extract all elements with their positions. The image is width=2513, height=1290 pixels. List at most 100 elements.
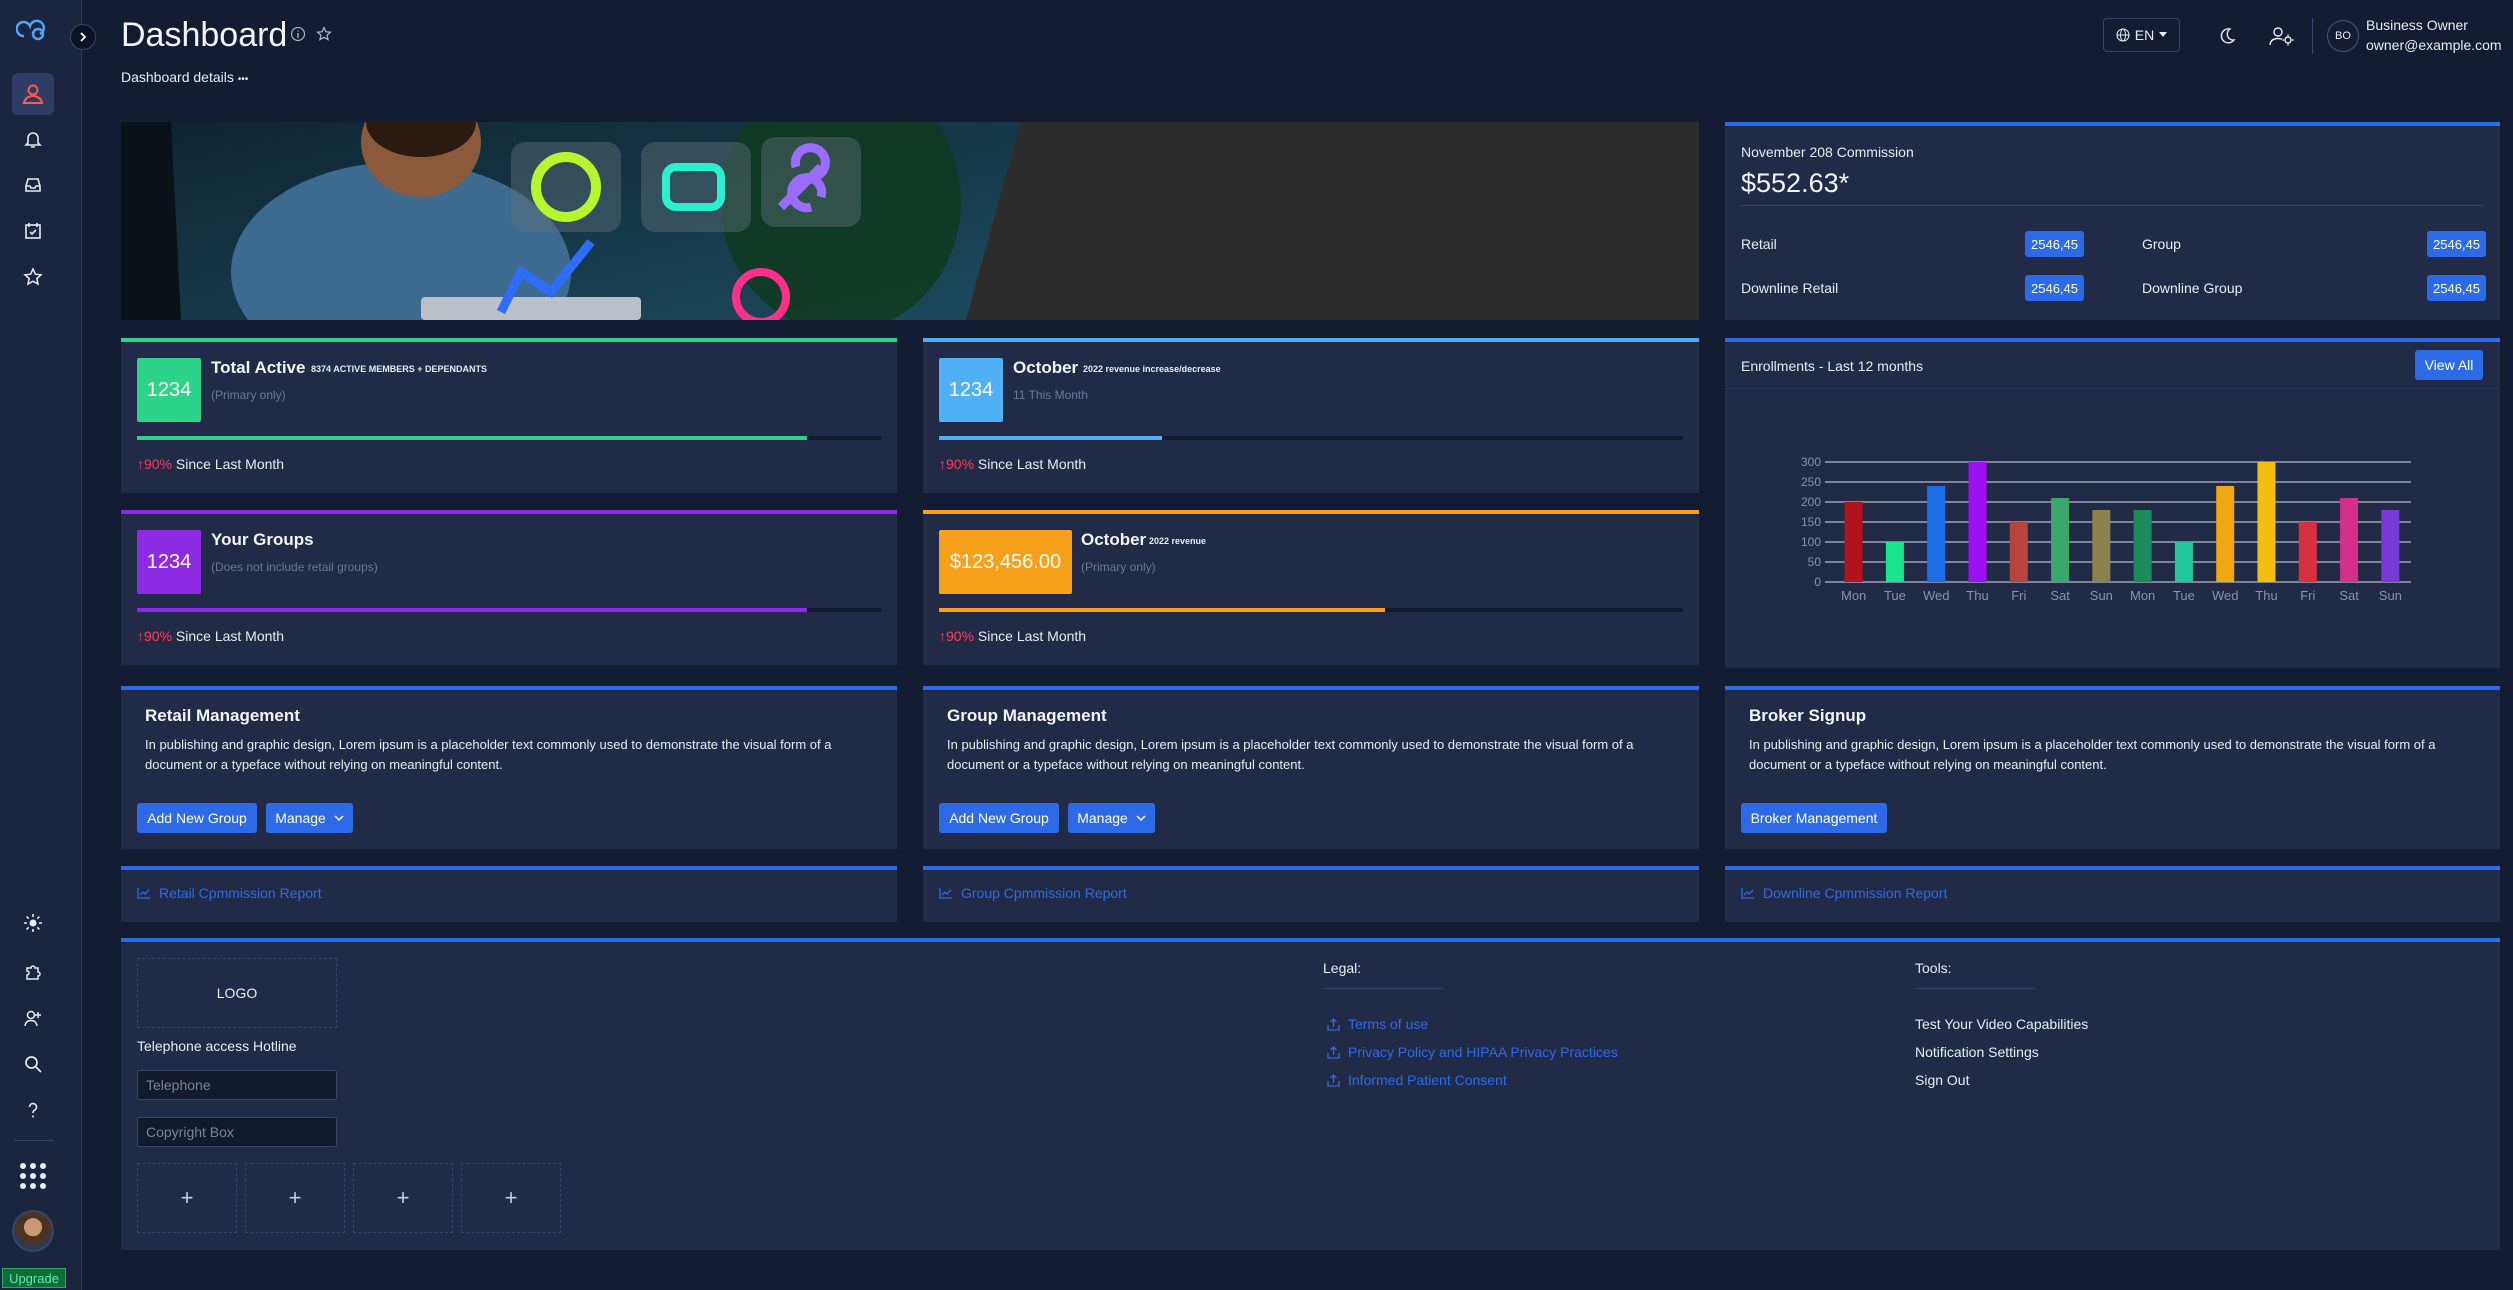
chart-bar[interactable] [2133, 510, 2152, 582]
footer-logo[interactable]: LOGO [137, 958, 337, 1028]
report-card: Downline Cpmmission Report [1725, 866, 2500, 922]
chart-bar[interactable] [2051, 498, 2070, 582]
y-tick-label: 150 [1801, 515, 1821, 529]
language-dropdown[interactable]: EN [2103, 18, 2180, 52]
favorite-star-icon[interactable] [316, 26, 332, 42]
breadcrumb-label: Dashboard details [121, 69, 234, 85]
informed-consent-link[interactable]: Informed Patient Consent [1327, 1072, 1507, 1088]
app-logo-icon[interactable] [15, 18, 50, 44]
page-title: Dashboard [121, 16, 288, 54]
stat-subtitle: 2022 revenue [1149, 536, 1207, 546]
add-slot-button[interactable]: + [461, 1163, 561, 1233]
chart-line-icon [1741, 888, 1754, 899]
chart-bar[interactable] [2381, 510, 2400, 582]
add-new-group-button[interactable]: Add New Group [137, 803, 257, 833]
x-tick-label: Tue [1884, 588, 1906, 603]
chart-bar[interactable] [2174, 542, 2193, 582]
broker-management-button[interactable]: Broker Management [1741, 803, 1887, 833]
change-period: Since Last Month [175, 628, 285, 644]
group-commission-report-link[interactable]: Group Cpmmission Report [939, 885, 1127, 901]
add-slot-button[interactable]: + [353, 1163, 453, 1233]
arrow-up-icon: ↑ [939, 456, 946, 472]
sidebar-item-theme[interactable] [12, 902, 54, 944]
x-tick-label: Mon [1841, 588, 1866, 603]
manage-dropdown-button[interactable]: Manage [266, 803, 353, 833]
chart-bar[interactable] [2009, 522, 2028, 582]
x-tick-label: Sun [2090, 588, 2113, 603]
telephone-input[interactable] [137, 1070, 337, 1100]
chart-bar[interactable] [1844, 502, 1863, 582]
card-accent [1725, 122, 2500, 126]
copyright-input[interactable] [137, 1117, 337, 1147]
user-initials-avatar[interactable]: BO [2327, 20, 2359, 52]
sidebar-item-search[interactable] [12, 1043, 54, 1085]
add-slot-button[interactable]: + [137, 1163, 237, 1233]
add-new-group-button[interactable]: Add New Group [939, 803, 1059, 833]
change-percent: 90% [946, 628, 975, 644]
chart-bar[interactable] [2298, 522, 2317, 582]
enrollments-card: Enrollments - Last 12 months View All 0 5… [1725, 338, 2500, 668]
card-accent [923, 510, 1699, 514]
stat-note: (Does not include retail groups) [211, 560, 378, 574]
sidebar-divider [14, 1140, 54, 1141]
privacy-policy-link[interactable]: Privacy Policy and HIPAA Privacy Practic… [1327, 1044, 1618, 1060]
stat-change: ↑90% Since Last Month [137, 628, 284, 644]
chart-bar[interactable] [1968, 462, 1987, 582]
retail-management-card: Retail Management In publishing and grap… [121, 686, 897, 849]
retail-commission-report-link[interactable]: Retail Cpmmission Report [137, 885, 322, 901]
commission-row-label: Retail [1741, 236, 1777, 252]
commission-value-badge: 2546,45 [2025, 275, 2084, 301]
card-accent [923, 338, 1699, 342]
video-test-link[interactable]: Test Your Video Capabilities [1915, 1016, 2088, 1032]
sidebar-item-apps[interactable] [12, 1155, 54, 1197]
sidebar-item-plugins[interactable] [12, 950, 54, 992]
card-accent [121, 510, 897, 514]
y-tick-label: 200 [1801, 495, 1821, 509]
info-icon[interactable] [290, 26, 306, 42]
help-icon [28, 1102, 38, 1118]
change-period: Since Last Month [977, 456, 1087, 472]
chart-bar[interactable] [2340, 498, 2359, 582]
stat-value: 1234 [939, 358, 1003, 422]
more-options-icon[interactable]: ••• [238, 74, 249, 85]
add-slot-button[interactable]: + [245, 1163, 345, 1233]
chart-bar[interactable] [1927, 486, 1946, 582]
upgrade-button[interactable]: Upgrade [2, 1268, 66, 1288]
sidebar-item-profile[interactable] [12, 73, 54, 115]
avatar[interactable] [12, 1210, 54, 1252]
x-tick-label: Sat [2050, 588, 2070, 603]
chart-bar[interactable] [2257, 462, 2276, 582]
dark-mode-toggle[interactable] [2213, 22, 2241, 50]
user-settings-button[interactable] [2268, 22, 2296, 50]
breadcrumb[interactable]: Dashboard details ••• [121, 69, 248, 85]
view-all-button[interactable]: View All [2415, 350, 2483, 380]
sidebar-item-notifications[interactable] [12, 118, 54, 160]
notification-settings-link[interactable]: Notification Settings [1915, 1044, 2039, 1060]
sidebar-item-inbox[interactable] [12, 164, 54, 206]
calendar-check-icon [25, 223, 41, 239]
y-tick-label: 250 [1801, 475, 1821, 489]
sidebar-item-favorites[interactable] [12, 256, 54, 298]
arrow-up-icon: ↑ [939, 628, 946, 644]
downline-commission-report-link[interactable]: Downline Cpmmission Report [1741, 885, 1947, 901]
star-icon [23, 267, 43, 286]
chart-bar[interactable] [2092, 510, 2111, 582]
stat-change: ↑90% Since Last Month [137, 456, 284, 472]
sidebar-toggle-button[interactable] [70, 24, 96, 50]
sun-icon [24, 914, 42, 932]
commission-value-badge: 2546,45 [2025, 231, 2084, 257]
stat-note: (Primary only) [211, 388, 286, 402]
hotline-label: Telephone access Hotline [137, 1038, 297, 1054]
x-tick-label: Sun [2379, 588, 2402, 603]
card-description: In publishing and graphic design, Lorem … [947, 737, 1634, 772]
chart-bar[interactable] [2216, 486, 2235, 582]
sidebar-item-add-user[interactable] [12, 997, 54, 1039]
chart-bar[interactable] [1885, 542, 1904, 582]
sign-out-link[interactable]: Sign Out [1915, 1072, 1969, 1088]
card-title: Broker Signup [1749, 706, 1867, 725]
sidebar-item-tasks[interactable] [12, 210, 54, 252]
terms-of-use-link[interactable]: Terms of use [1327, 1016, 1428, 1032]
x-tick-label: Fri [2011, 588, 2026, 603]
sidebar-item-help[interactable] [12, 1089, 54, 1131]
manage-dropdown-button[interactable]: Manage [1068, 803, 1155, 833]
